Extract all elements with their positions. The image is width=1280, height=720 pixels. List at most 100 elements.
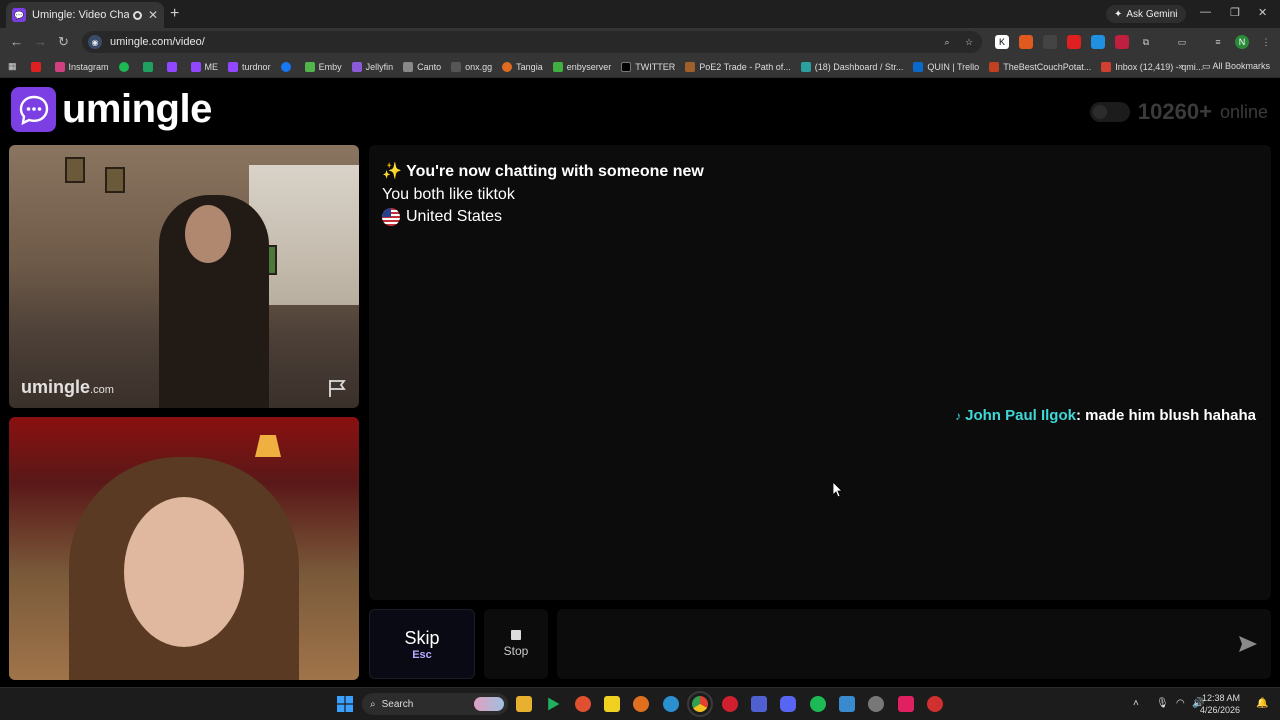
notepad-icon[interactable]	[839, 696, 855, 712]
stop-icon	[511, 630, 521, 640]
wall-frame-2	[105, 167, 125, 193]
bookmark-twitter[interactable]: TWITTER	[621, 61, 675, 72]
stranger-face	[185, 205, 231, 263]
send-icon[interactable]	[1237, 633, 1259, 655]
file-explorer-icon[interactable]	[516, 696, 532, 712]
discord-icon[interactable]	[780, 696, 796, 712]
opera-icon[interactable]	[722, 696, 738, 712]
message-text: : made him blush hahaha	[1075, 407, 1256, 424]
address-bar[interactable]: ◉ umingle.com/video/	[82, 31, 982, 53]
skip-label: Skip	[404, 627, 440, 648]
sidepanel-icon[interactable]: ▭	[1175, 35, 1189, 49]
video-lamp	[255, 435, 281, 457]
teams-icon[interactable]	[751, 696, 767, 712]
wifi-icon[interactable]: ◠	[1176, 698, 1185, 709]
bookmark-green[interactable]	[142, 61, 157, 72]
bookmark-instagram[interactable]: Instagram	[54, 61, 109, 72]
bookmark-emby[interactable]: Emby	[304, 61, 342, 72]
logo-text: umingle	[62, 87, 212, 131]
new-tab-icon[interactable]: +	[170, 5, 179, 23]
tiktok-app-icon[interactable]	[898, 696, 914, 712]
apps-grid-icon[interactable]: ▦	[8, 61, 17, 72]
system-country: United States	[382, 208, 502, 226]
bookmark-facebook[interactable]	[280, 61, 295, 72]
ask-gemini-button[interactable]: ✦ Ask Gemini	[1106, 5, 1186, 23]
media-player-icon[interactable]	[548, 697, 560, 711]
forward-icon[interactable]: →	[34, 34, 47, 49]
obs-icon[interactable]	[868, 696, 884, 712]
report-flag-icon[interactable]	[327, 378, 349, 398]
bookmark-canto[interactable]: Canto	[403, 61, 441, 72]
bookmark-enbyserver[interactable]: enbyserver	[552, 61, 611, 72]
bookmark-jellyfin[interactable]: Jellyfin	[351, 61, 393, 72]
bookmark-turdnor[interactable]: turdnor	[228, 61, 271, 72]
app-red-icon[interactable]	[927, 696, 943, 712]
umingle-watermark: umingle.com	[21, 377, 114, 397]
message-input[interactable]	[567, 629, 1207, 659]
firefox-icon[interactable]	[633, 696, 649, 712]
reload-icon[interactable]: ↻	[58, 34, 69, 50]
app-orange-icon[interactable]	[575, 696, 591, 712]
site-info-icon[interactable]: ◉	[88, 35, 102, 49]
url-text: umingle.com/video/	[110, 36, 205, 48]
site-logo[interactable]: umingle	[11, 87, 212, 132]
zoom-icon[interactable]: ⌕	[940, 35, 954, 49]
bookmarks-bar: ▦ Instagram ME turdnor Emby Jellyfin Can…	[0, 56, 1280, 78]
browser-tab[interactable]: 💬 Umingle: Video Chat with S ✕	[6, 2, 164, 28]
skip-button[interactable]: Skip Esc	[369, 609, 475, 679]
media-icon[interactable]: ≡	[1211, 35, 1225, 49]
notifications-icon[interactable]: 🔔	[1256, 698, 1268, 709]
close-tab-icon[interactable]: ✕	[148, 8, 158, 22]
bookmark-poe2[interactable]: PoE2 Trade - Path of...	[685, 61, 791, 72]
bookmarks-overflow-icon[interactable]: »	[1178, 61, 1183, 71]
clock-date: 4/26/2026	[1199, 705, 1240, 715]
restore-icon[interactable]: ❐	[1230, 6, 1240, 19]
message-sender: John Paul Ilgok	[965, 407, 1076, 424]
extension-record-icon[interactable]	[1043, 35, 1057, 49]
all-bookmarks-button[interactable]: » ▭ All Bookmarks	[1178, 61, 1270, 72]
extension-orange-icon[interactable]	[1019, 35, 1033, 49]
edge-icon[interactable]	[663, 696, 679, 712]
gemini-icon: ✦	[1114, 8, 1123, 20]
system-common-interest: You both like tiktok	[382, 186, 515, 203]
bookmark-twitch[interactable]	[166, 61, 181, 72]
tab-title: Umingle: Video Chat with S	[32, 9, 130, 21]
bookmark-couchpotato[interactable]: TheBestCouchPotat...	[989, 61, 1091, 72]
extensions-puzzle-icon[interactable]: ⧉	[1139, 35, 1153, 49]
online-label: online	[1219, 101, 1268, 122]
bookmark-dashboard[interactable]: (18) Dashboard / Str...	[800, 61, 903, 72]
stranger-video: umingle.com	[9, 145, 359, 408]
gemini-label: Ask Gemini	[1126, 8, 1178, 20]
windows-taskbar: ⌕ Search ˄ 🎙 ◠ 🔊 12:38 AM 4/26/2026 🔔	[0, 687, 1280, 720]
online-count: 10260+	[1137, 99, 1212, 124]
bookmark-star-icon[interactable]: ☆	[962, 35, 976, 49]
extension-red-icon[interactable]	[1115, 35, 1129, 49]
profile-avatar-icon[interactable]: N	[1235, 35, 1249, 49]
windows-start-icon[interactable]	[337, 696, 353, 712]
bookmark-youtube[interactable]	[30, 61, 45, 72]
stop-button[interactable]: Stop	[484, 609, 548, 679]
taskbar-search[interactable]: ⌕ Search	[362, 693, 508, 715]
close-window-icon[interactable]: ✕	[1258, 6, 1267, 19]
microphone-icon[interactable]: 🎙	[1156, 698, 1169, 709]
self-video	[9, 417, 359, 680]
minimize-icon[interactable]: —	[1200, 6, 1211, 18]
extension-blue-icon[interactable]	[1091, 35, 1105, 49]
taskbar-clock[interactable]: 12:38 AM 4/26/2026	[1200, 692, 1240, 716]
extension-k-icon[interactable]: K	[995, 35, 1009, 49]
bookmark-me[interactable]: ME	[190, 61, 218, 72]
tray-overflow-icon[interactable]: ˄	[1133, 698, 1139, 709]
back-icon[interactable]: ←	[10, 34, 23, 49]
bookmark-spotify[interactable]	[118, 61, 133, 72]
theme-toggle[interactable]	[1089, 102, 1130, 122]
sticky-notes-icon[interactable]	[604, 696, 620, 712]
chrome-icon[interactable]	[687, 691, 713, 717]
bookmark-tangia[interactable]: Tangia	[502, 61, 543, 72]
extension-youtube-icon[interactable]	[1067, 35, 1081, 49]
spotify-icon[interactable]	[810, 696, 826, 712]
search-highlight-icon	[474, 697, 504, 711]
bookmark-onxgg[interactable]: onx.gg	[451, 61, 492, 72]
mouse-cursor-icon	[833, 482, 843, 498]
bookmark-trello[interactable]: QUIN | Trello	[913, 61, 979, 72]
menu-kebab-icon[interactable]: ⋮	[1259, 35, 1273, 49]
